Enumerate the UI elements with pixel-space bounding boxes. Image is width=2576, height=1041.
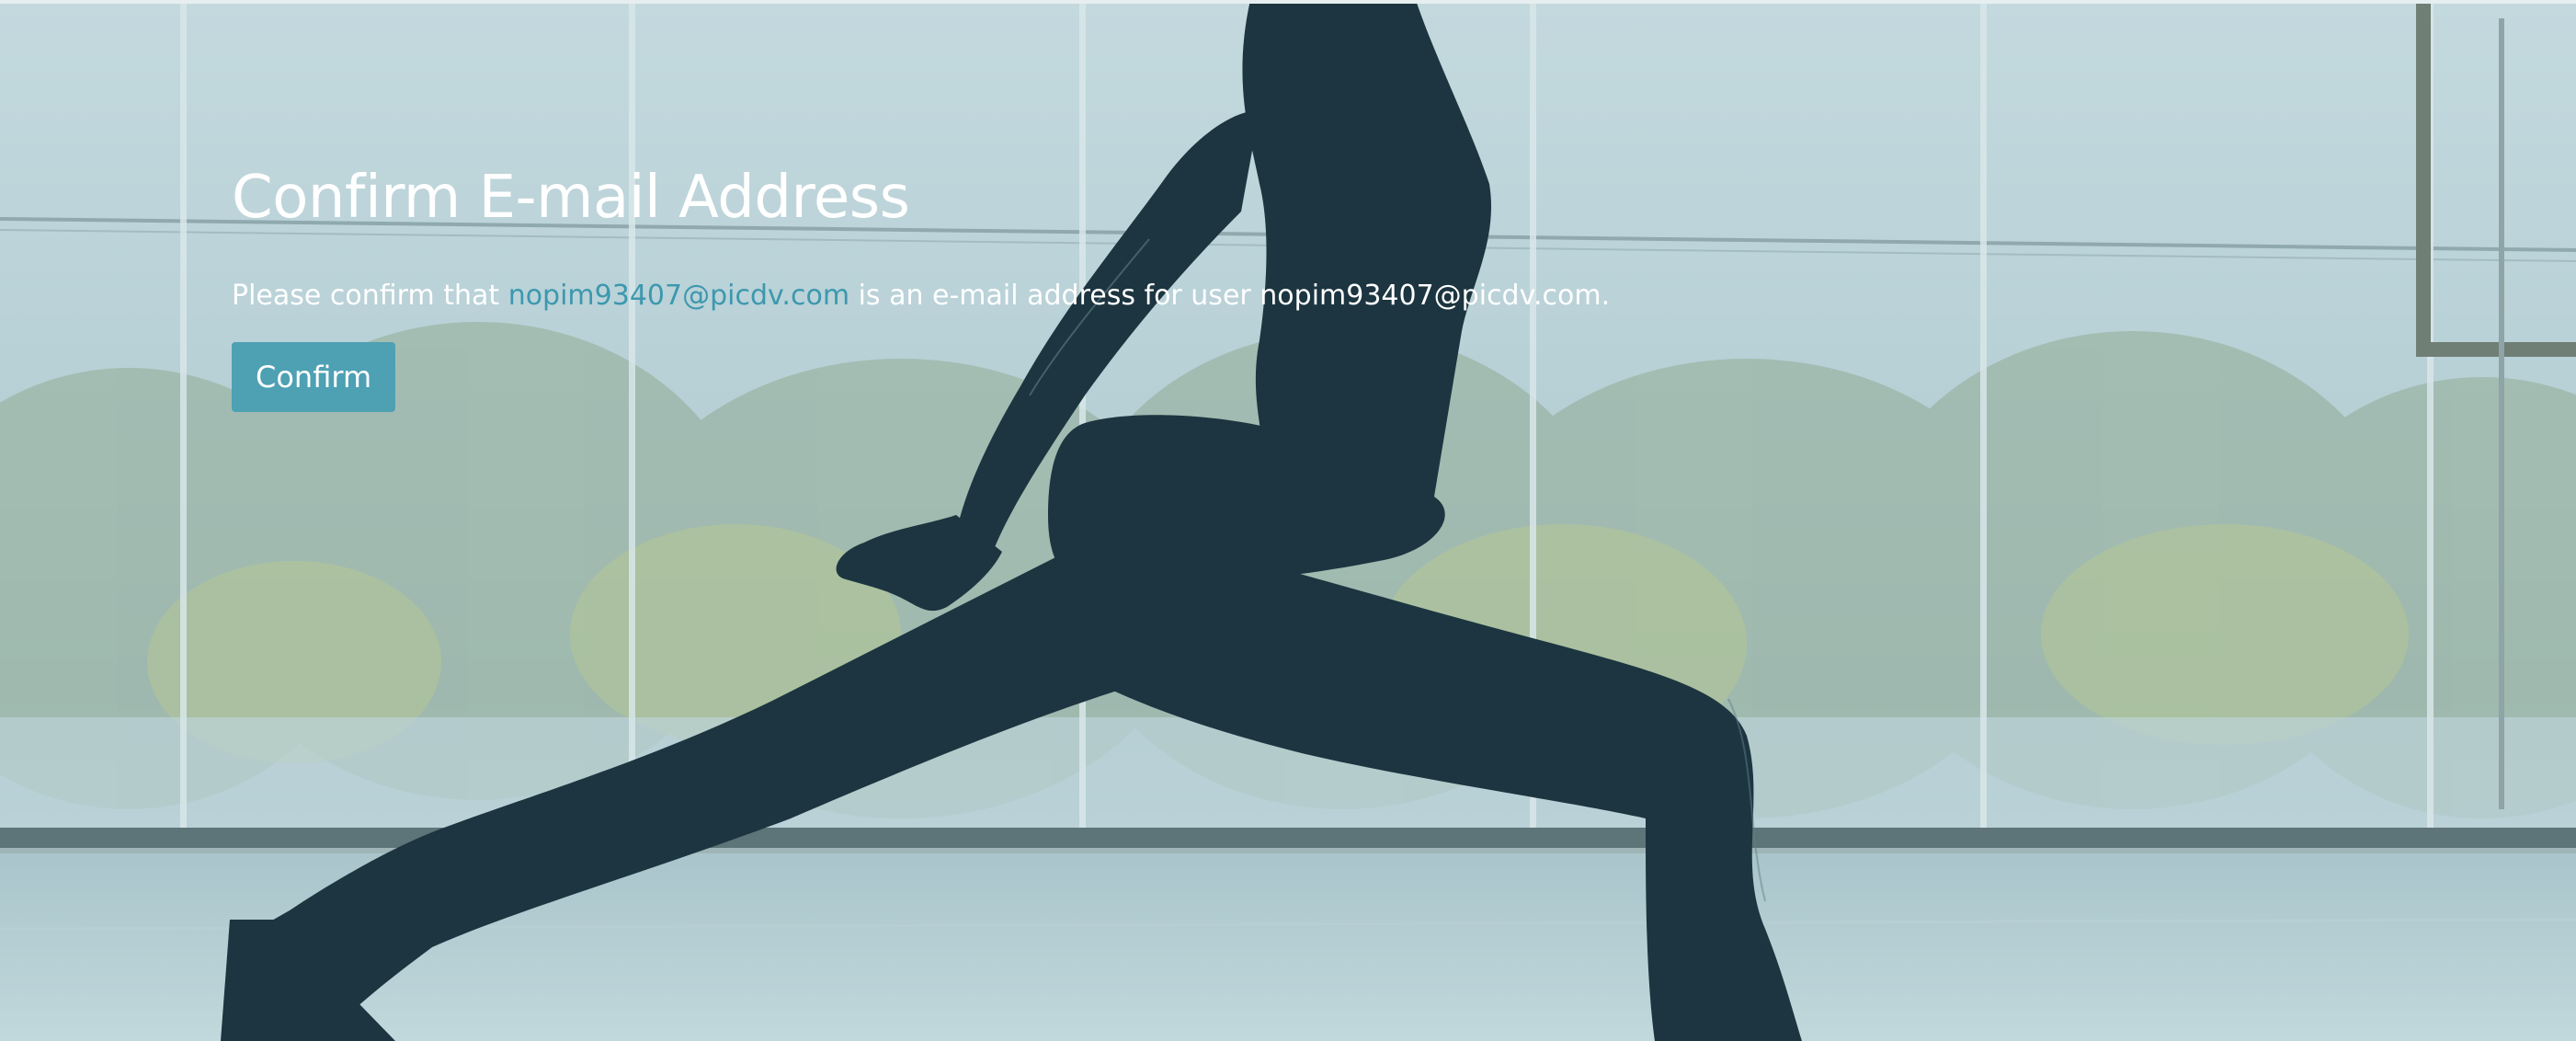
username: nopim93407@picdv.com bbox=[1260, 280, 1601, 312]
window-sill bbox=[0, 828, 2576, 848]
message-prefix: Please confirm that bbox=[232, 280, 508, 312]
confirm-email-page: Confirm E-mail Address Please confirm th… bbox=[0, 0, 2576, 1041]
confirm-button[interactable]: Confirm bbox=[232, 342, 396, 412]
confirm-message: Please confirm that nopim93407@picdv.com… bbox=[232, 276, 2254, 316]
page-title: Confirm E-mail Address bbox=[232, 164, 910, 232]
email-link[interactable]: nopim93407@picdv.com bbox=[508, 280, 849, 312]
confirm-email-content: Confirm E-mail Address Please confirm th… bbox=[232, 156, 2254, 412]
message-suffix: . bbox=[1601, 280, 1611, 312]
message-middle: is an e-mail address for user bbox=[849, 280, 1260, 312]
